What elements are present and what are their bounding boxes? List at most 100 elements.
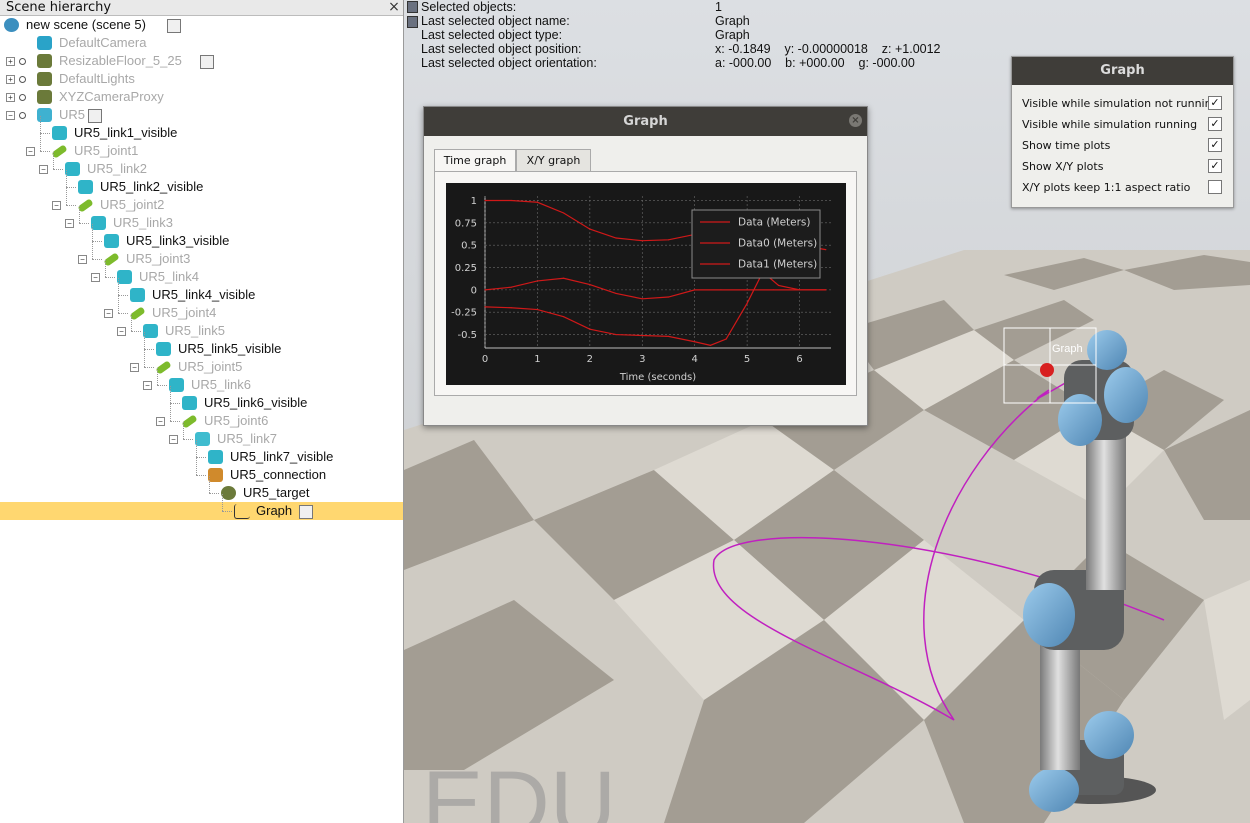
option-checkbox[interactable]: ✓: [1208, 138, 1222, 152]
tree-item[interactable]: UR5_link6_visible: [0, 386, 403, 412]
tree-item[interactable]: UR5_link7_visible: [0, 440, 403, 466]
tab-xy-graph[interactable]: X/Y graph: [516, 149, 591, 172]
expand-toggle[interactable]: −: [39, 165, 48, 174]
expand-toggle[interactable]: −: [6, 111, 15, 120]
data-point: [563, 212, 565, 214]
camera-icon: [37, 36, 52, 50]
hierarchy-title: Scene hierarchy: [6, 0, 112, 15]
tree-item[interactable]: − UR5_joint3: [0, 242, 403, 268]
tree-item-label: UR5_link4: [139, 269, 199, 284]
option-label: Visible while simulation running: [1022, 118, 1198, 131]
data-point: [615, 292, 617, 295]
tree-item[interactable]: UR5_link5_visible: [0, 332, 403, 358]
tree-item-label: UR5_link5: [165, 323, 225, 338]
expand-toggle[interactable]: −: [26, 147, 35, 156]
data-point: [510, 286, 512, 288]
tree-item[interactable]: + DefaultLights: [0, 70, 403, 88]
graph-window-titlebar[interactable]: Graph ×: [424, 107, 867, 136]
tree-item[interactable]: UR5_target: [0, 476, 403, 502]
option-checkbox[interactable]: [1208, 180, 1222, 194]
info-label: Selected objects:: [421, 0, 517, 14]
tree-line: [40, 133, 50, 134]
shape-icon: [208, 450, 223, 464]
option-checkbox[interactable]: ✓: [1208, 159, 1222, 173]
graph-icon: [234, 504, 250, 519]
data-point: [589, 228, 591, 230]
script-icon[interactable]: [299, 505, 313, 519]
tree-item[interactable]: − UR5_joint4: [0, 296, 403, 322]
data-point: [510, 199, 512, 202]
option-checkbox[interactable]: ✓: [1208, 117, 1222, 131]
tree-item[interactable]: UR5_link1_visible: [0, 116, 403, 142]
info-toggle-icon[interactable]: [407, 1, 418, 13]
tree-item[interactable]: UR5_link2_visible: [0, 170, 403, 196]
tree-item-label: UR5_connection: [230, 467, 327, 482]
expand-toggle[interactable]: −: [78, 255, 87, 264]
shape-icon: [78, 180, 93, 194]
graph-window-close-button[interactable]: ×: [849, 114, 862, 127]
expand-toggle[interactable]: −: [143, 381, 152, 390]
tree-item[interactable]: Graph: [0, 494, 403, 520]
tree-line: [66, 187, 76, 188]
tree-item-label: UR5_link3_visible: [126, 233, 230, 248]
expand-toggle[interactable]: −: [91, 273, 100, 282]
data-point: [536, 201, 539, 203]
tree-item[interactable]: − UR5_joint1: [0, 134, 403, 160]
tree-item[interactable]: − UR5_link3: [0, 206, 403, 232]
expand-toggle[interactable]: −: [52, 201, 61, 210]
tree-item[interactable]: − UR5: [0, 106, 403, 124]
info-value: Graph: [715, 14, 750, 28]
tree-line: [170, 403, 180, 404]
data-point: [484, 306, 486, 308]
shape-icon: [169, 378, 184, 392]
tree-item[interactable]: new scene (scene 5): [0, 16, 403, 34]
legend-label: Data0 (Meters): [738, 238, 817, 250]
expand-toggle[interactable]: −: [104, 309, 113, 318]
data-point: [641, 334, 643, 337]
tree-item[interactable]: + ResizableFloor_5_25: [0, 52, 403, 70]
tree-item[interactable]: UR5_connection: [0, 458, 403, 484]
shape-icon: [104, 234, 119, 248]
info-toggle-icon-2[interactable]: [407, 16, 418, 28]
tree-item[interactable]: − UR5_joint5: [0, 350, 403, 376]
tree-line: [144, 349, 154, 350]
expand-toggle[interactable]: −: [169, 435, 178, 444]
expand-toggle[interactable]: +: [6, 75, 15, 84]
graph-properties-title: Graph: [1012, 57, 1233, 85]
tree-item[interactable]: − UR5_joint6: [0, 404, 403, 430]
data-point: [725, 338, 727, 340]
tab-time-graph[interactable]: Time graph: [434, 149, 516, 172]
tree-item[interactable]: − UR5_link4: [0, 260, 403, 286]
tree-item-label: UR5: [59, 107, 86, 122]
tree-item-label: UR5_link6_visible: [204, 395, 308, 410]
expand-toggle[interactable]: +: [6, 93, 15, 102]
option-checkbox[interactable]: ✓: [1208, 96, 1222, 110]
y-tick-label: 1: [471, 196, 477, 207]
data-point: [694, 341, 696, 343]
expand-toggle[interactable]: +: [6, 57, 15, 66]
tree-line: [66, 205, 76, 206]
time-graph-plot[interactable]: 1 0.75 0.5 0.25 0 -0.25 -0.5 0 1 2 3 4 5 6 Time (secon…: [446, 183, 846, 385]
expand-toggle[interactable]: −: [130, 363, 139, 372]
tree-item[interactable]: + XYZCameraProxy: [0, 88, 403, 106]
tree-item[interactable]: − UR5_link5: [0, 314, 403, 340]
selection-info-overlay: Selected objects: 1 Last selected object n…: [404, 0, 1004, 72]
info-label: Last selected object type:: [421, 28, 563, 42]
tree-item[interactable]: UR5_link4_visible: [0, 278, 403, 304]
expand-toggle[interactable]: −: [156, 417, 165, 426]
tree-item[interactable]: − UR5_link2: [0, 152, 403, 178]
tree-item[interactable]: − UR5_link7: [0, 422, 403, 448]
tree-item[interactable]: DefaultCamera: [0, 34, 403, 52]
tree-item-label: UR5_link7_visible: [230, 449, 334, 464]
script-icon[interactable]: [200, 55, 214, 69]
tree-item[interactable]: UR5_link3_visible: [0, 224, 403, 250]
x-tick-label: 2: [587, 354, 593, 365]
data-point: [510, 307, 512, 309]
script-icon[interactable]: [88, 109, 102, 123]
hierarchy-close-button[interactable]: ×: [387, 0, 401, 15]
tree-item[interactable]: − UR5_link6: [0, 368, 403, 394]
tree-item[interactable]: − UR5_joint2: [0, 188, 403, 214]
expand-toggle[interactable]: −: [65, 219, 74, 228]
script-icon[interactable]: [167, 19, 181, 33]
expand-toggle[interactable]: −: [117, 327, 126, 336]
